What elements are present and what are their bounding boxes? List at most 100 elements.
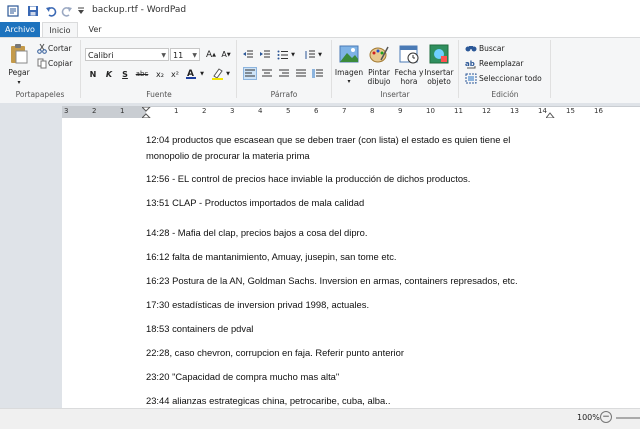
replace-icon[interactable]: ab: [465, 58, 477, 69]
status-bar: [0, 408, 640, 429]
date-time-button[interactable]: Fecha y hora: [393, 67, 425, 87]
ruler-number: 5: [286, 107, 291, 115]
ruler-number: 11: [454, 107, 463, 115]
picture-icon[interactable]: [338, 43, 360, 65]
document-line: 16:12 falta de mantanimiento, Amuay, jus…: [146, 251, 397, 262]
select-all-button[interactable]: Seleccionar todo: [479, 73, 549, 84]
document-line: monopolio de procurar la materia prima: [146, 150, 310, 161]
select-all-icon[interactable]: [465, 73, 477, 84]
copy-icon[interactable]: [37, 58, 47, 69]
font-size-combo[interactable]: 11 ▼: [170, 48, 200, 61]
decrease-indent-icon[interactable]: [241, 48, 255, 61]
highlight-dropdown-icon[interactable]: ▼: [225, 70, 231, 78]
document-line: 16:23 Postura de la AN, Goldman Sachs. I…: [146, 275, 518, 286]
paint-drawing-icon[interactable]: [368, 43, 390, 65]
ruler-number: 3: [230, 107, 235, 115]
cut-icon[interactable]: [37, 43, 47, 54]
ruler-number: 3: [64, 107, 69, 115]
justify-icon[interactable]: [294, 67, 308, 80]
date-time-icon[interactable]: [398, 43, 420, 65]
italic-button[interactable]: K: [104, 68, 114, 80]
separator: [550, 40, 551, 98]
document-line: 12:56 - EL control de precios hace invia…: [146, 173, 471, 184]
underline-button[interactable]: S: [120, 68, 130, 80]
font-size-value: 11: [173, 51, 184, 60]
separator: [236, 40, 237, 98]
ruler-number: 10: [426, 107, 435, 115]
editing-group-label: Edición: [491, 90, 519, 99]
highlight-icon[interactable]: [211, 67, 225, 80]
ruler-number: 1: [174, 107, 179, 115]
svg-text:ab: ab: [465, 60, 475, 68]
ruler-number: 16: [594, 107, 603, 115]
insert-group-label: Insertar: [380, 90, 410, 99]
ruler-number: 2: [92, 107, 97, 115]
paste-button[interactable]: Pegar: [4, 67, 34, 77]
save-icon[interactable]: [26, 4, 40, 18]
paint-drawing-button[interactable]: Pintar dibujo: [362, 67, 396, 87]
ruler-number: 4: [258, 107, 263, 115]
redo-icon[interactable]: [60, 4, 74, 18]
line-spacing-icon[interactable]: [303, 48, 317, 61]
insert-object-icon[interactable]: [428, 43, 450, 65]
font-name-value: Calibri: [88, 51, 114, 60]
picture-dropdown-icon[interactable]: ▾: [344, 77, 354, 85]
indent-marker-icon[interactable]: [142, 107, 151, 118]
bold-button[interactable]: N: [88, 68, 98, 80]
copy-button[interactable]: Copiar: [48, 58, 76, 69]
clipboard-group-label: Portapapeles: [15, 90, 65, 99]
ruler-number: 13: [510, 107, 519, 115]
list-icon[interactable]: [276, 48, 290, 61]
document-line: 23:20 "Capacidad de compra mucho mas alt…: [146, 371, 340, 382]
font-color-dropdown-icon[interactable]: ▼: [199, 70, 205, 78]
cut-button[interactable]: Cortar: [48, 43, 76, 54]
subscript-button[interactable]: x₂: [154, 68, 166, 80]
ruler-number: 1: [120, 107, 125, 115]
font-name-combo[interactable]: Calibri ▼: [85, 48, 169, 61]
document-line: 23:44 alianzas estrategicas china, petro…: [146, 395, 391, 406]
replace-button[interactable]: Reemplazar: [479, 58, 529, 69]
font-color-icon[interactable]: A: [185, 67, 199, 80]
ruler-left-margin: [62, 107, 146, 118]
zoom-level: 100%: [577, 413, 600, 422]
window-title: backup.rtf - WordPad: [92, 5, 187, 15]
find-button[interactable]: Buscar: [479, 43, 519, 54]
paste-dropdown-icon[interactable]: ▾: [14, 78, 24, 86]
find-icon[interactable]: [465, 43, 477, 54]
undo-icon[interactable]: [44, 4, 58, 18]
strikethrough-button[interactable]: abc: [134, 68, 150, 80]
separator: [331, 40, 332, 98]
align-center-icon[interactable]: [260, 67, 274, 80]
picture-button[interactable]: Imagen: [334, 67, 364, 77]
zoom-slider[interactable]: [616, 417, 640, 419]
increase-indent-icon[interactable]: [258, 48, 272, 61]
shrink-font-icon[interactable]: A ▼: [219, 48, 233, 61]
ruler-number: 12: [482, 107, 491, 115]
line-spacing-dropdown-icon[interactable]: ▼: [317, 51, 323, 59]
superscript-button[interactable]: x²: [169, 68, 181, 80]
zoom-out-button[interactable]: −: [600, 411, 612, 423]
document-page[interactable]: [62, 118, 640, 408]
separator: [80, 40, 81, 98]
paragraph-icon[interactable]: [311, 67, 325, 80]
ruler-number: 15: [566, 107, 575, 115]
document-line: 17:30 estadísticas de inversion privad 1…: [146, 299, 370, 310]
grow-font-icon[interactable]: A ▲: [204, 48, 218, 61]
chevron-down-icon: ▼: [161, 52, 166, 59]
insert-object-button[interactable]: Insertar objeto: [423, 67, 455, 87]
customize-quick-access-icon[interactable]: [76, 4, 86, 18]
align-right-icon[interactable]: [277, 67, 291, 80]
document-line: 13:51 CLAP - Productos importados de mal…: [146, 197, 365, 208]
paragraph-group-label: Párrafo: [270, 90, 298, 99]
tab-view[interactable]: Ver: [82, 22, 108, 37]
ruler-number: 7: [342, 107, 347, 115]
app-menu-icon[interactable]: [6, 4, 20, 18]
ruler-number: 8: [370, 107, 375, 115]
paste-icon[interactable]: [6, 42, 32, 66]
tab-file[interactable]: Archivo: [0, 22, 40, 37]
document-line: 14:28 - Mafia del clap, precios bajos a …: [146, 227, 368, 238]
document-line: 22:28, caso chevron, corrupcion en faja.…: [146, 347, 404, 358]
align-left-icon[interactable]: [243, 67, 257, 80]
document-line: 18:53 containers de pdval: [146, 323, 254, 334]
list-dropdown-icon[interactable]: ▼: [290, 51, 296, 59]
